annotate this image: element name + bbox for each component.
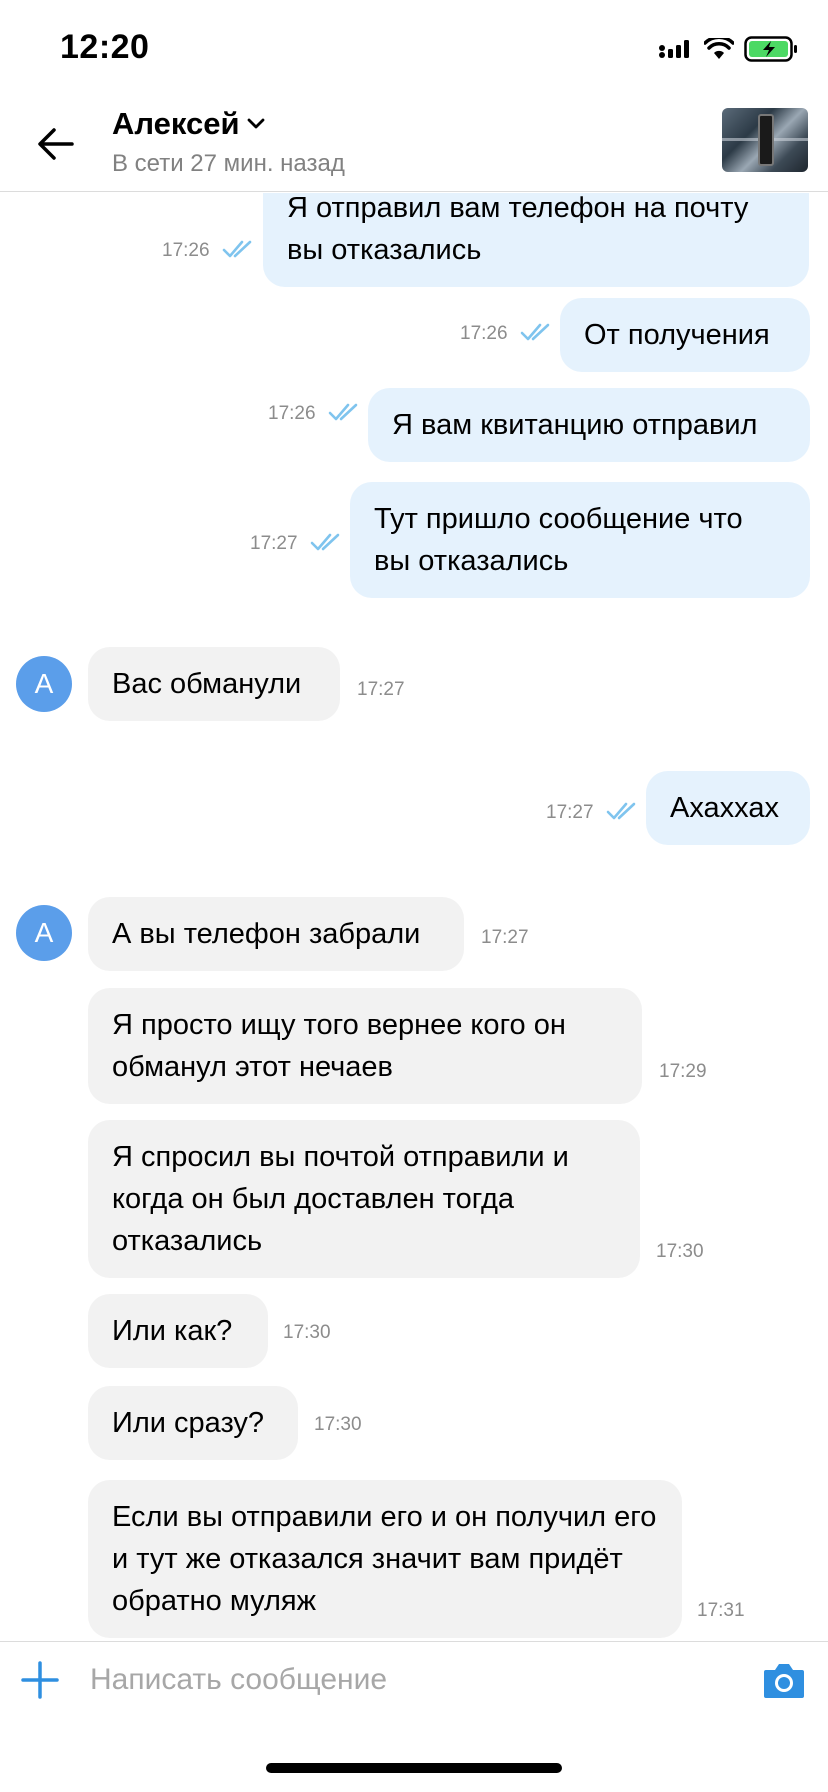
incoming-message-bubble[interactable]: А вы телефон забрали: [88, 897, 464, 971]
arrow-left-icon: [38, 128, 74, 160]
camera-icon: [764, 1664, 804, 1698]
outgoing-message-bubble[interactable]: Я вам квитанцию отправил: [368, 388, 810, 462]
outgoing-message-bubble[interactable]: Я отправил вам телефон на почту вы отказ…: [263, 193, 809, 287]
contact-name: Алексей: [112, 106, 240, 141]
message-timestamp: 17:30: [656, 1241, 704, 1262]
home-indicator: [266, 1763, 562, 1773]
message-list[interactable]: Я отправил вам телефон на почту вы отказ…: [0, 193, 828, 1641]
incoming-message-bubble[interactable]: Или как?: [88, 1294, 268, 1368]
incoming-message-bubble[interactable]: Я спросил вы почтой отправили и когда он…: [88, 1120, 640, 1278]
message-composer: [0, 1641, 828, 1721]
message-timestamp: 17:29: [659, 1061, 707, 1082]
incoming-message-bubble[interactable]: Если вы отправили его и он получил его и…: [88, 1480, 682, 1638]
plus-icon: [21, 1661, 59, 1699]
message-timestamp: 17:27: [546, 802, 594, 823]
message-timestamp: 17:27: [250, 533, 298, 554]
product-thumbnail[interactable]: [722, 108, 808, 172]
chevron-down-icon: [247, 118, 264, 129]
message-timestamp: 17:26: [460, 323, 508, 344]
contact-avatar[interactable]: А: [16, 905, 72, 961]
camera-button[interactable]: [762, 1660, 806, 1700]
battery-charging-icon: [744, 36, 797, 62]
contact-name-dropdown[interactable]: Алексей: [112, 106, 266, 142]
status-bar: 12:20: [0, 0, 828, 100]
contact-avatar[interactable]: А: [16, 656, 72, 712]
status-time: 12:20: [60, 28, 150, 66]
incoming-message-bubble[interactable]: Вас обманули: [88, 647, 340, 721]
wifi-icon: [704, 38, 734, 59]
incoming-message-bubble[interactable]: Я просто ищу того вернее кого он обманул…: [88, 988, 642, 1104]
chat-header: Алексей В сети 27 мин. назад: [0, 100, 828, 192]
message-timestamp: 17:30: [314, 1414, 362, 1435]
signal-icon: [659, 40, 689, 58]
message-timestamp: 17:26: [162, 240, 210, 261]
outgoing-message-bubble[interactable]: Тут пришло сообщение что вы отказались: [350, 482, 810, 598]
attach-button[interactable]: [20, 1660, 60, 1700]
message-input[interactable]: [90, 1652, 740, 1708]
message-timestamp: 17:26: [268, 403, 316, 424]
incoming-message-bubble[interactable]: Или сразу?: [88, 1386, 298, 1460]
back-button[interactable]: [34, 122, 78, 166]
contact-status: В сети 27 мин. назад: [112, 150, 345, 177]
message-timestamp: 17:27: [357, 679, 405, 700]
read-receipt-icon: [606, 802, 636, 820]
read-receipt-icon: [520, 323, 550, 341]
outgoing-message-bubble[interactable]: Ахаххах: [646, 771, 810, 845]
read-receipt-icon: [310, 533, 340, 551]
outgoing-message-bubble[interactable]: От получения: [560, 298, 810, 372]
message-timestamp: 17:30: [283, 1322, 331, 1343]
read-receipt-icon: [328, 403, 358, 421]
status-icons: [658, 36, 798, 62]
message-timestamp: 17:27: [481, 927, 529, 948]
read-receipt-icon: [222, 240, 252, 258]
message-timestamp: 17:31: [697, 1600, 745, 1621]
